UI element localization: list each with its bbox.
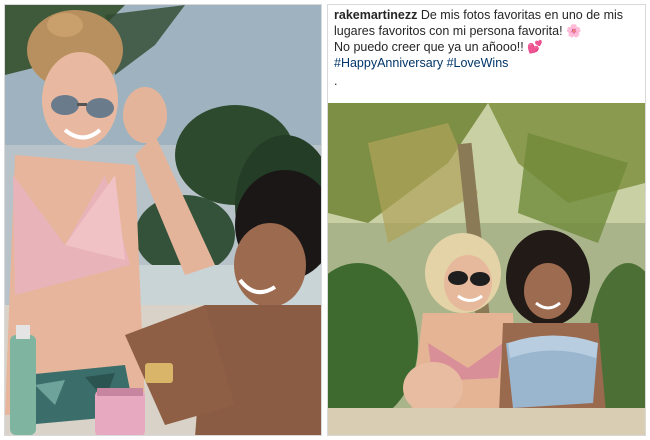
left-beach-photo [4, 4, 322, 436]
post-username[interactable]: rakemartinezz [334, 8, 417, 22]
instagram-post: rakemartinezz De mis fotos favoritas en … [327, 4, 646, 436]
caption-text-3: No puedo creer que ya un añooo!! 💕 [334, 40, 543, 54]
post-caption: rakemartinezz De mis fotos favoritas en … [334, 7, 640, 89]
caption-text-1: De mis fotos favoritas en uno de mis [420, 8, 624, 22]
left-photo-illustration [5, 5, 321, 435]
hashtag-link[interactable]: #HappyAnniversary [334, 56, 443, 70]
post-photo [328, 103, 645, 435]
hashtag-link[interactable]: #LoveWins [447, 56, 509, 70]
post-photo-illustration [328, 103, 645, 435]
caption-trailing-dot: . [334, 74, 338, 88]
caption-text-2: lugares favoritos con mi persona favorit… [334, 24, 582, 38]
